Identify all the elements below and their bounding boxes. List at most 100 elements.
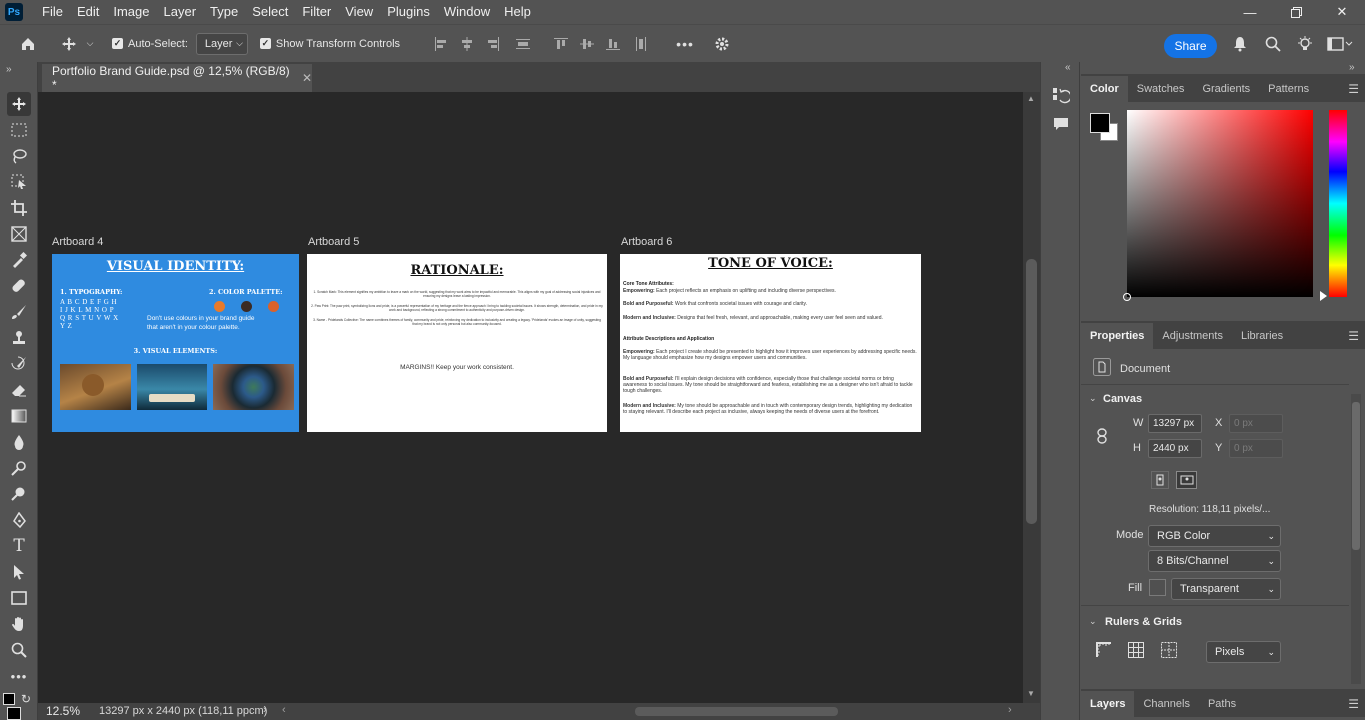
color-panel-menu-icon[interactable]: ☰ [1348, 82, 1359, 96]
y-field[interactable]: 0 px [1229, 439, 1283, 458]
collapse-panels-icon[interactable]: « [1065, 62, 1071, 73]
foreground-color-swatch[interactable] [7, 707, 21, 720]
link-dimensions-icon[interactable] [1096, 428, 1108, 447]
guides-icon[interactable] [1161, 642, 1177, 661]
close-tab-icon[interactable]: ✕ [302, 71, 312, 85]
eyedropper-tool-icon[interactable] [7, 248, 31, 272]
search-icon[interactable] [1263, 36, 1283, 52]
menu-edit[interactable]: Edit [70, 0, 106, 24]
align-bottom-icon[interactable] [600, 37, 626, 51]
close-icon[interactable]: ✕ [1319, 0, 1365, 24]
tab-patterns[interactable]: Patterns [1259, 76, 1318, 102]
color-field[interactable] [1123, 110, 1313, 301]
canvas-section-chevron-icon[interactable]: ⌄ [1089, 393, 1097, 404]
properties-scroll-thumb[interactable] [1352, 402, 1360, 550]
vertical-scrollbar[interactable]: ▲ ▼ [1023, 92, 1040, 703]
move-tool-icon[interactable] [7, 92, 31, 116]
share-button[interactable]: Share [1164, 34, 1217, 58]
landscape-orientation-icon[interactable] [1176, 471, 1197, 489]
tab-channels[interactable]: Channels [1134, 691, 1198, 717]
artboard-6-label[interactable]: Artboard 6 [621, 236, 672, 248]
canvas-area[interactable]: Artboard 4 VISUAL IDENTITY: 1. TYPOGRAPH… [38, 92, 1023, 703]
hue-slider[interactable] [1329, 110, 1347, 297]
lightbulb-icon[interactable] [1295, 36, 1315, 52]
tab-swatches[interactable]: Swatches [1128, 76, 1194, 102]
align-left-icon[interactable] [428, 36, 454, 51]
auto-select-checkbox[interactable]: ✓ [112, 38, 123, 49]
ruler-icon[interactable] [1096, 642, 1112, 661]
swap-colors-icon[interactable]: ↻ [21, 692, 31, 706]
history-brush-tool-icon[interactable] [7, 352, 31, 376]
scroll-down-icon[interactable]: ▼ [1027, 689, 1035, 698]
healing-brush-tool-icon[interactable] [7, 274, 31, 298]
workspace-icon[interactable] [1325, 36, 1355, 52]
units-select[interactable]: Pixels ⌄ [1206, 641, 1281, 663]
gradient-tool-icon[interactable] [7, 404, 31, 428]
hand-tool-icon[interactable] [7, 612, 31, 636]
menu-type[interactable]: Type [203, 0, 245, 24]
blur-tool-icon[interactable] [7, 430, 31, 454]
tab-libraries[interactable]: Libraries [1232, 323, 1292, 349]
minimize-icon[interactable]: — [1227, 0, 1273, 24]
type-tool-icon[interactable]: T [7, 534, 31, 558]
menu-layer[interactable]: Layer [157, 0, 204, 24]
move-tool-icon[interactable] [56, 36, 82, 52]
clone-stamp-tool-icon[interactable] [7, 326, 31, 350]
distribute-icon[interactable] [506, 37, 540, 51]
grid-icon[interactable] [1128, 642, 1144, 661]
document-tab[interactable]: Portfolio Brand Guide.psd @ 12,5% (RGB/8… [42, 64, 312, 92]
artboard-5-label[interactable]: Artboard 5 [308, 236, 359, 248]
portrait-orientation-icon[interactable] [1151, 471, 1169, 489]
history-panel-icon[interactable] [1052, 87, 1072, 108]
menu-filter[interactable]: Filter [295, 0, 338, 24]
rectangle-tool-icon[interactable] [7, 586, 31, 610]
restore-icon[interactable] [1273, 0, 1319, 24]
properties-panel-menu-icon[interactable]: ☰ [1348, 329, 1359, 343]
menu-select[interactable]: Select [245, 0, 295, 24]
object-selection-tool-icon[interactable] [7, 170, 31, 194]
marquee-tool-icon[interactable] [7, 118, 31, 142]
expand-panels-icon[interactable]: » [1349, 62, 1355, 73]
lasso-tool-icon[interactable] [7, 144, 31, 168]
auto-select-dropdown[interactable]: Layer ⌵ [195, 32, 248, 55]
tab-paths[interactable]: Paths [1199, 691, 1245, 717]
scroll-up-icon[interactable]: ▲ [1027, 94, 1035, 103]
tab-layers[interactable]: Layers [1081, 691, 1135, 717]
artboard-5[interactable]: RATIONALE: 1. Scratch Mark: This element… [307, 254, 607, 432]
collapse-chevron-icon[interactable]: » [6, 64, 12, 75]
brush-tool-icon[interactable] [7, 300, 31, 324]
foreground-color-swatch-large[interactable] [1090, 113, 1110, 133]
frame-tool-icon[interactable] [7, 222, 31, 246]
distribute-vertical-icon[interactable] [626, 36, 656, 51]
zoom-level[interactable]: 12.5% [46, 704, 80, 718]
gear-icon[interactable] [702, 36, 742, 52]
status-menu-chevron-icon[interactable]: › [263, 704, 267, 716]
align-center-icon[interactable] [454, 36, 480, 51]
menu-view[interactable]: View [338, 0, 380, 24]
width-field[interactable]: 13297 px [1148, 414, 1202, 433]
show-transform-checkbox[interactable]: ✓ [259, 38, 271, 49]
zoom-tool-icon[interactable] [7, 638, 31, 662]
horizontal-scroll-thumb[interactable] [635, 707, 838, 716]
scroll-left-icon[interactable]: ‹ [282, 704, 286, 716]
layers-panel-menu-icon[interactable]: ☰ [1348, 697, 1359, 711]
bit-depth-select[interactable]: 8 Bits/Channel ⌄ [1148, 550, 1281, 572]
menu-window[interactable]: Window [437, 0, 497, 24]
align-top-icon[interactable] [548, 37, 574, 51]
artboard-4[interactable]: VISUAL IDENTITY: 1. TYPOGRAPHY: A B C D … [52, 254, 299, 432]
foreground-swatch-small[interactable] [3, 693, 15, 705]
home-icon[interactable] [0, 36, 56, 52]
bell-icon[interactable] [1230, 36, 1250, 52]
pen-tool-icon[interactable] [7, 508, 31, 532]
fill-select[interactable]: Transparent ⌄ [1171, 578, 1281, 600]
vertical-scroll-thumb[interactable] [1026, 259, 1037, 524]
crop-tool-icon[interactable] [7, 196, 31, 220]
mode-select[interactable]: RGB Color ⌄ [1148, 525, 1281, 547]
tab-color[interactable]: Color [1081, 76, 1128, 102]
tab-gradients[interactable]: Gradients [1193, 76, 1259, 102]
height-field[interactable]: 2440 px [1148, 439, 1202, 458]
menu-plugins[interactable]: Plugins [380, 0, 437, 24]
artboard-4-label[interactable]: Artboard 4 [52, 236, 103, 248]
menu-help[interactable]: Help [497, 0, 538, 24]
fill-swatch[interactable] [1149, 579, 1166, 596]
